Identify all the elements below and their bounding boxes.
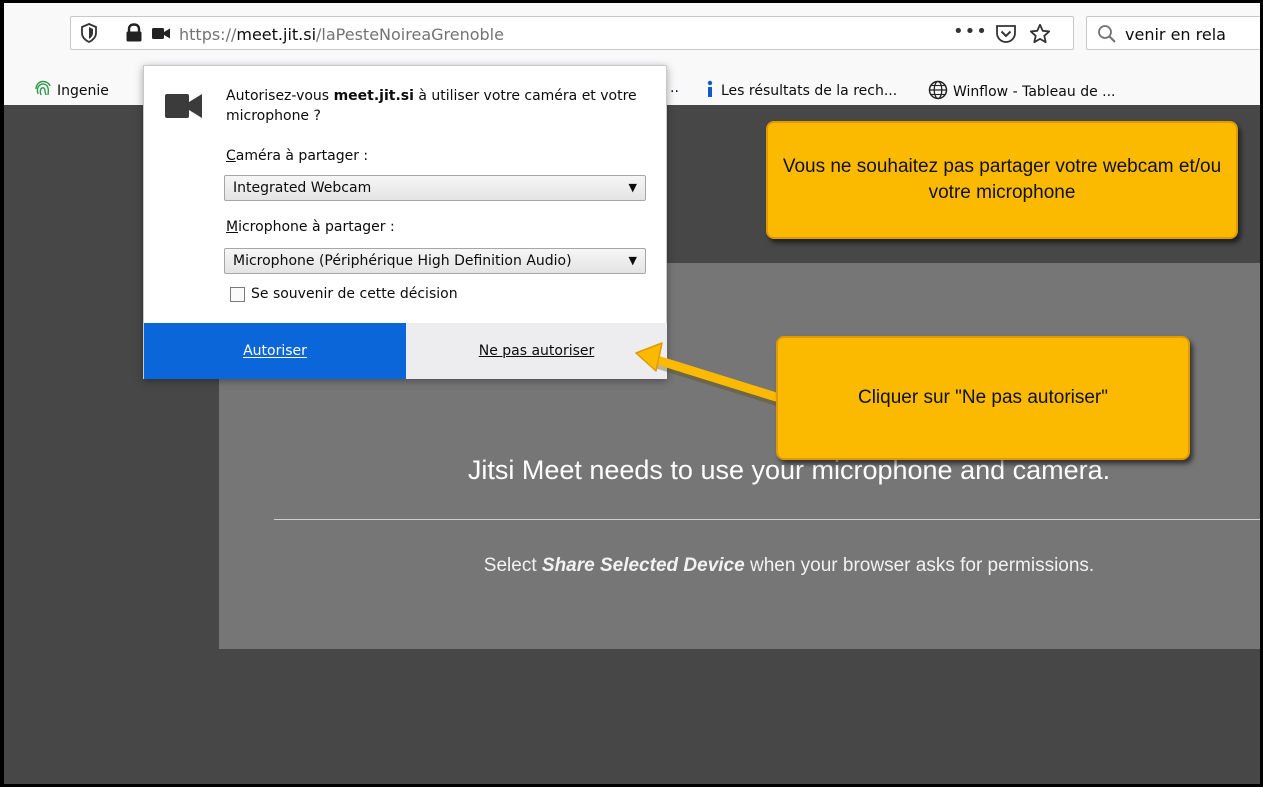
callout-no-share: Vous ne souhaitez pas partager votre web… (766, 121, 1238, 239)
question-host: meet.jit.si (333, 88, 414, 104)
card-divider (274, 519, 1260, 520)
camera-icon[interactable] (151, 23, 171, 47)
shield-icon[interactable] (81, 23, 97, 47)
dropdown-arrow-icon: ▼ (628, 181, 637, 194)
lock-icon[interactable] (125, 23, 143, 47)
microphone-label: Microphone à partager : (226, 219, 395, 235)
bookmark-label: Les résultats de la rech... (721, 83, 898, 99)
remember-label: Se souvenir de cette décision (251, 286, 458, 302)
camera-icon (164, 90, 204, 126)
hint-prefix: Select (483, 555, 542, 576)
question-prefix: Autorisez-vous (226, 88, 334, 104)
pocket-icon[interactable] (995, 24, 1017, 48)
remember-decision-checkbox[interactable]: Se souvenir de cette décision (230, 286, 458, 302)
deny-label: Ne pas autoriser (478, 343, 595, 359)
allow-button[interactable]: Autoriser (144, 323, 406, 379)
bookmark-ingenie[interactable]: Ingenie (34, 80, 109, 102)
camera-select-value: Integrated Webcam (233, 180, 372, 196)
bookmark-label: Winflow - Tableau de ... (953, 84, 1116, 100)
bookmark-partial[interactable]: .. (670, 80, 679, 96)
microphone-select-value: Microphone (Périphérique High Definition… (233, 253, 572, 269)
globe-icon (928, 80, 948, 104)
callout-arrow (635, 342, 784, 407)
permission-popup: Autorisez-vous meet.jit.si à utiliser vo… (143, 65, 667, 379)
allow-label: Autoriser (243, 343, 307, 359)
permission-hint: Select Share Selected Device when your b… (219, 555, 1219, 577)
url-path: /laPesteNoireaGrenoble (316, 25, 504, 44)
bookmark-winflow[interactable]: Winflow - Tableau de ... (928, 80, 1116, 104)
url-bar[interactable]: https://meet.jit.si/laPesteNoireaGrenobl… (70, 16, 1074, 50)
page-actions-button[interactable]: ••• (953, 21, 988, 42)
bookmark-label: Ingenie (57, 83, 109, 99)
screenshot-frame: https://meet.jit.si/laPesteNoireaGrenobl… (0, 0, 1263, 787)
popup-question: Autorisez-vous meet.jit.si à utiliser vo… (226, 86, 646, 126)
bookmark-label: .. (670, 80, 679, 96)
checkbox[interactable] (230, 286, 245, 302)
url-host: meet.jit.si (236, 25, 317, 44)
fingerprint-icon (34, 80, 52, 102)
bookmark-resultats[interactable]: Les résultats de la rech... (704, 80, 897, 102)
microphone-select[interactable]: Microphone (Périphérique High Definition… (224, 248, 646, 274)
url-scheme: https:// (179, 25, 237, 44)
search-bar[interactable]: venir en rela (1086, 16, 1260, 50)
callout-click-deny: Cliquer sur "Ne pas autoriser" (776, 336, 1190, 460)
camera-label: Caméra à partager : (226, 148, 369, 164)
star-icon[interactable] (1029, 23, 1051, 49)
hint-suffix: when your browser asks for permissions. (744, 555, 1095, 576)
info-icon (704, 80, 716, 102)
camera-select[interactable]: Integrated Webcam ▼ (224, 175, 646, 201)
dropdown-arrow-icon: ▼ (628, 254, 637, 267)
hint-bold: Share Selected Device (541, 555, 745, 576)
search-input[interactable]: venir en rela (1125, 25, 1226, 44)
search-icon (1097, 24, 1117, 48)
url-text[interactable]: https://meet.jit.si/laPesteNoireaGrenobl… (179, 25, 504, 44)
